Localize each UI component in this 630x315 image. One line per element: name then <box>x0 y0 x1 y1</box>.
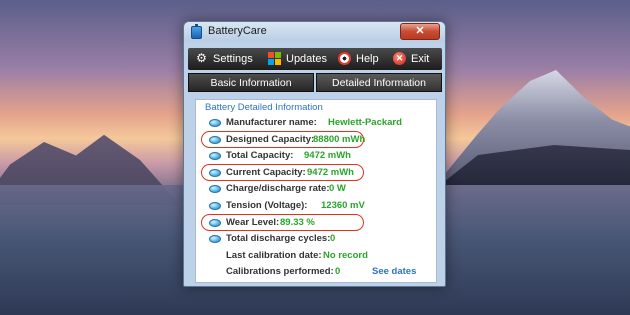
info-row-designed-capacity: Designed Capacity: 88800 mWh <box>209 133 365 147</box>
settings-button[interactable]: ⚙ Settings <box>195 51 255 67</box>
row-value: 89.33 % <box>280 217 315 228</box>
info-row-calibrations-performed: Calibrations performed: 0 See dates <box>209 265 429 279</box>
row-value: 0 W <box>329 183 346 194</box>
gem-bullet-icon <box>209 202 221 210</box>
exit-icon: ✕ <box>393 52 406 65</box>
row-key: Manufacturer name: <box>226 117 317 128</box>
updates-label: Updates <box>286 53 327 65</box>
help-label: Help <box>356 53 379 65</box>
row-value: Hewlett-Packard <box>328 117 402 128</box>
windows-flag-icon <box>268 52 281 65</box>
info-row-wear-level: Wear Level: 89.33 % <box>209 216 349 230</box>
row-key: Total Capacity: <box>226 150 294 161</box>
see-dates-link[interactable]: See dates <box>372 265 416 279</box>
title-bar[interactable]: BatteryCare ✕ <box>184 22 445 42</box>
row-key: Calibrations performed: <box>226 266 334 277</box>
row-key: Total discharge cycles: <box>226 233 331 244</box>
row-value: 9472 mWh <box>307 167 354 178</box>
row-value: 0 <box>330 233 336 244</box>
tab-strip: Basic Information Detailed Information <box>188 73 442 92</box>
batterycare-window: BatteryCare ✕ ⚙ Settings Updates Help ✕ … <box>183 21 446 287</box>
panel-title: Battery Detailed Information <box>205 102 323 113</box>
gem-bullet-icon <box>209 169 221 177</box>
exit-label: Exit <box>411 53 430 65</box>
info-row-voltage: Tension (Voltage): 12360 mV <box>209 199 389 213</box>
toolbar: ⚙ Settings Updates Help ✕ Exit <box>188 48 442 70</box>
info-row-charge-rate: Charge/discharge rate: 0 W <box>209 182 369 196</box>
row-key: Designed Capacity: <box>226 134 315 145</box>
gear-icon: ⚙ <box>196 51 207 65</box>
gem-bullet-icon <box>209 185 221 193</box>
row-key: Wear Level: <box>226 217 280 228</box>
lifebuoy-icon <box>338 52 351 65</box>
gem-bullet-icon <box>209 119 221 127</box>
tab-basic-information[interactable]: Basic Information <box>188 73 314 92</box>
tab-detailed-information[interactable]: Detailed Information <box>316 73 442 92</box>
battery-detailed-panel: Battery Detailed Information Manufacture… <box>195 99 437 283</box>
gem-bullet-icon <box>209 235 221 243</box>
info-row-last-calibration: Last calibration date: No record <box>209 249 399 263</box>
row-key: Current Capacity: <box>226 167 306 178</box>
row-key: Tension (Voltage): <box>226 200 308 211</box>
window-title: BatteryCare <box>208 25 267 37</box>
battery-app-icon <box>191 24 202 39</box>
gem-bullet-icon <box>209 136 221 144</box>
row-value: 0 <box>335 266 341 277</box>
info-row-current-capacity: Current Capacity: 9472 mWh <box>209 166 359 180</box>
settings-label: Settings <box>213 53 253 65</box>
gem-bullet-icon <box>209 152 221 160</box>
row-value: 88800 mWh <box>313 134 366 145</box>
gem-bullet-icon <box>209 219 221 227</box>
row-key: Charge/discharge rate: <box>226 183 330 194</box>
info-row-manufacturer: Manufacturer name: Hewlett-Packard <box>209 116 435 130</box>
info-row-total-capacity: Total Capacity: 9472 mWh <box>209 149 369 163</box>
row-value: No record <box>323 250 368 261</box>
help-button[interactable]: Help <box>338 51 386 67</box>
row-value: 9472 mWh <box>304 150 351 161</box>
close-button[interactable]: ✕ <box>400 23 440 40</box>
row-key: Last calibration date: <box>226 250 322 261</box>
row-value: 12360 mV <box>321 200 365 211</box>
updates-button[interactable]: Updates <box>268 51 328 67</box>
exit-button[interactable]: ✕ Exit <box>393 51 433 67</box>
info-row-discharge-cycles: Total discharge cycles: 0 <box>209 232 359 246</box>
